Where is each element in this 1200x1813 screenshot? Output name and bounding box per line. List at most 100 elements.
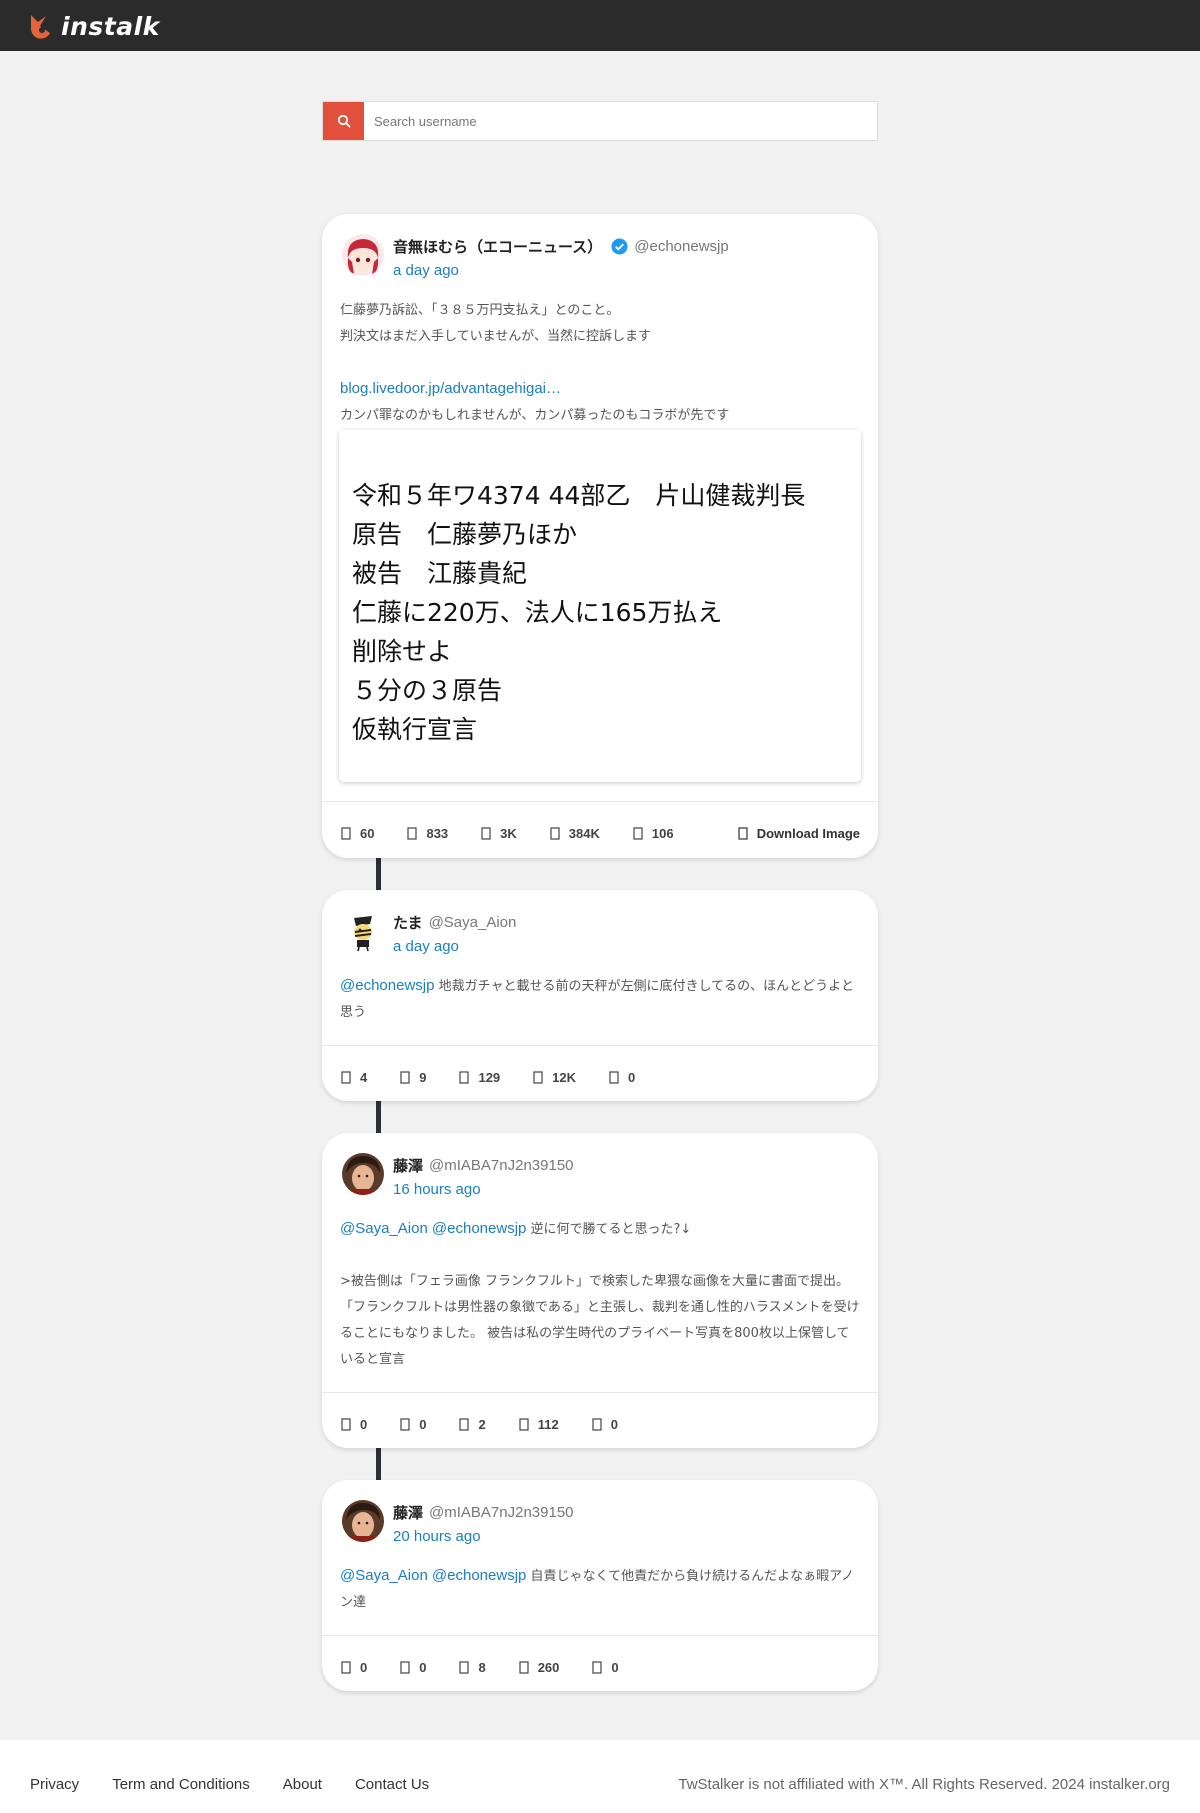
reply-count-value: 4 xyxy=(360,1069,368,1085)
heart-icon xyxy=(459,1070,470,1084)
post-text: 仁藤夢乃訴訟、「３８５万円支払え」とのこと。 判決文はまだ入手していませんが、当… xyxy=(340,298,860,429)
bookmark-count[interactable]: 0 xyxy=(608,1070,635,1085)
logo-mark-icon xyxy=(31,15,50,39)
post-time[interactable]: a day ago xyxy=(393,938,459,955)
retweet-count[interactable]: 0 xyxy=(399,1417,426,1432)
external-link[interactable]: blog.livedoor.jp/advantagehigai… xyxy=(340,380,561,397)
footer-link-terms[interactable]: Term and Conditions xyxy=(112,1776,250,1793)
post-time[interactable]: 16 hours ago xyxy=(393,1181,481,1198)
views-icon xyxy=(533,1070,543,1084)
footer-link-about[interactable]: About xyxy=(283,1776,322,1793)
views-icon xyxy=(519,1660,529,1674)
retweet-count-value: 0 xyxy=(419,1416,427,1432)
post-body: 逆に何で勝てると思った?↓ xyxy=(526,1222,692,1237)
post-stats: 0 0 2 112 0 xyxy=(340,1414,860,1434)
retweet-count-value: 0 xyxy=(419,1659,427,1675)
footer-link-contact[interactable]: Contact Us xyxy=(355,1776,429,1793)
post-header: 藤澤 @mIABA7nJ2n39150 20 hours ago xyxy=(342,1500,858,1550)
reply-count[interactable]: 4 xyxy=(340,1070,367,1085)
post-header: たま @Saya_Aion a day ago xyxy=(342,910,858,960)
heart-icon xyxy=(459,1660,470,1674)
attached-image[interactable]: 令和５年ワ4374 44部乙 片山健裁判長 原告 仁藤夢乃ほか 被告 江藤貴紀 … xyxy=(339,430,861,782)
reply-count[interactable]: 0 xyxy=(340,1660,367,1675)
avatar[interactable] xyxy=(342,234,384,276)
display-name[interactable]: たま xyxy=(393,912,423,933)
view-count[interactable]: 384K xyxy=(549,826,600,841)
search-bar xyxy=(322,101,878,141)
post-stats: 0 0 8 260 0 xyxy=(340,1657,860,1677)
thread-connector xyxy=(376,858,381,890)
retweet-count[interactable]: 0 xyxy=(399,1660,426,1675)
footer-link-privacy[interactable]: Privacy xyxy=(30,1776,79,1793)
image-text-line: 削除せよ xyxy=(352,637,453,666)
image-text-line: 仁藤に220万、法人に165万払え xyxy=(352,598,723,627)
text-line: 判決文はまだ入手していませんが、当然に控訴します xyxy=(340,329,651,344)
handle[interactable]: @mIABA7nJ2n39150 xyxy=(429,1504,574,1521)
reply-count-value: 0 xyxy=(360,1659,368,1675)
thread-connector xyxy=(376,1448,381,1480)
divider xyxy=(322,1635,878,1636)
retweet-count[interactable]: 833 xyxy=(406,826,448,841)
retweet-count-value: 833 xyxy=(426,825,449,841)
image-text-line: 仮執行宣言 xyxy=(352,715,478,744)
divider xyxy=(322,1392,878,1393)
avatar[interactable] xyxy=(342,1153,384,1195)
reply-icon xyxy=(341,1660,351,1674)
retweet-icon xyxy=(400,1417,410,1431)
mention-link[interactable]: @echonewsjp xyxy=(432,1567,526,1584)
handle[interactable]: @echonewsjp xyxy=(634,238,728,255)
view-count[interactable]: 112 xyxy=(518,1417,559,1432)
reply-icon xyxy=(341,1070,351,1084)
mention-link[interactable]: @echonewsjp xyxy=(340,977,434,994)
search-button[interactable] xyxy=(323,102,364,140)
bookmark-count[interactable]: 0 xyxy=(591,1417,618,1432)
like-count-value: 8 xyxy=(478,1659,486,1675)
display-name[interactable]: 音無ほむら（エコーニュース） xyxy=(393,236,602,257)
bookmark-icon xyxy=(609,1070,619,1084)
download-image-button[interactable]: Download Image xyxy=(737,826,860,841)
reply-icon xyxy=(341,1417,351,1431)
view-count-value: 12K xyxy=(552,1069,577,1085)
post-time[interactable]: 20 hours ago xyxy=(393,1528,481,1545)
view-count[interactable]: 12K xyxy=(532,1070,576,1085)
avatar-image xyxy=(342,1500,384,1542)
mention-link[interactable]: @Saya_Aion xyxy=(340,1220,428,1237)
post-card: たま @Saya_Aion a day ago @echonewsjp 地裁ガチ… xyxy=(322,890,878,1101)
handle[interactable]: @Saya_Aion xyxy=(429,914,517,931)
display-name[interactable]: 藤澤 xyxy=(393,1502,423,1523)
avatar[interactable] xyxy=(342,910,384,952)
retweet-icon xyxy=(400,1660,410,1674)
mention-link[interactable]: @echonewsjp xyxy=(432,1220,526,1237)
post-time[interactable]: a day ago xyxy=(393,262,459,279)
handle[interactable]: @mIABA7nJ2n39150 xyxy=(429,1157,574,1174)
heart-icon xyxy=(481,826,491,840)
image-text-line: 令和５年ワ4374 44部乙 片山健裁判長 xyxy=(352,481,806,510)
bookmark-count[interactable]: 106 xyxy=(632,826,674,841)
retweet-icon xyxy=(400,1070,410,1084)
post-stats: 60 833 3K 384K 106 Download Image xyxy=(340,823,860,843)
text-line: カンパ罪なのかもしれませんが、カンパ募ったのもコラボが先です xyxy=(340,408,730,423)
mention-link[interactable]: @Saya_Aion xyxy=(340,1567,428,1584)
text-line xyxy=(340,350,860,376)
logo[interactable]: instalk xyxy=(28,10,160,42)
like-count[interactable]: 8 xyxy=(458,1659,486,1675)
search-input[interactable] xyxy=(364,102,877,140)
bookmark-icon xyxy=(633,826,643,840)
reply-count[interactable]: 60 xyxy=(340,826,374,841)
footer: Privacy Term and Conditions About Contac… xyxy=(0,1740,1200,1813)
like-count[interactable]: 129 xyxy=(458,1070,500,1085)
avatar[interactable] xyxy=(342,1500,384,1542)
retweet-count[interactable]: 9 xyxy=(399,1070,426,1085)
like-count[interactable]: 3K xyxy=(480,826,517,841)
divider xyxy=(322,801,878,802)
display-name[interactable]: 藤澤 xyxy=(393,1155,423,1176)
reply-count[interactable]: 0 xyxy=(340,1417,367,1432)
view-count[interactable]: 260 xyxy=(518,1660,559,1675)
like-count[interactable]: 2 xyxy=(458,1417,486,1432)
logo-text: instalk xyxy=(61,11,160,41)
avatar-image xyxy=(342,1153,384,1195)
post-text: @Saya_Aion @echonewsjp 自責じゃなくて他責だから負け続ける… xyxy=(340,1563,860,1616)
bookmark-count[interactable]: 0 xyxy=(591,1660,619,1675)
view-count-value: 112 xyxy=(537,1416,559,1432)
image-text-line: 原告 仁藤夢乃ほか xyxy=(352,520,578,549)
